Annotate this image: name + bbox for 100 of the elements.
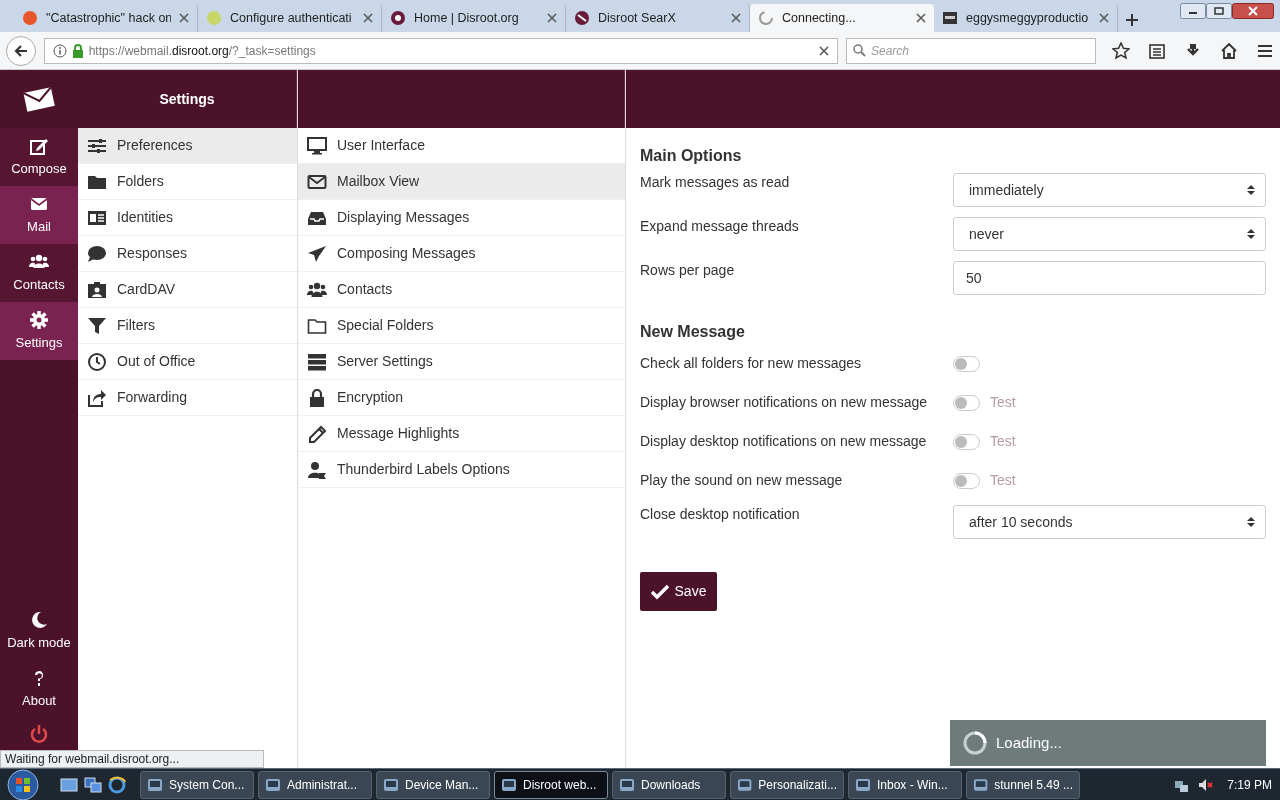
- settings-list-item[interactable]: Preferences: [78, 128, 297, 164]
- people-icon: [307, 280, 327, 299]
- app-window-icon: [147, 776, 163, 793]
- bookmark-star-icon: [1112, 41, 1130, 60]
- server-icon: [307, 352, 327, 371]
- input-field[interactable]: 50: [953, 261, 1266, 295]
- desktop-launcher[interactable]: [60, 775, 78, 794]
- tab-favicon-icon: [574, 10, 590, 26]
- tab-title: Disroot SearX: [598, 9, 677, 27]
- search-icon: [853, 43, 866, 57]
- field-label: Expand message threads: [640, 217, 800, 236]
- close-icon: [916, 13, 926, 23]
- tab-favicon-icon: [22, 10, 38, 26]
- close-icon: [547, 13, 557, 23]
- tab-favicon-icon: [758, 10, 774, 26]
- rail-nav-button[interactable]: Settings: [0, 302, 78, 360]
- section-heading: Main Options: [640, 146, 743, 166]
- close-icon: [1232, 3, 1274, 19]
- taskbar-button[interactable]: stunnel 5.49 ...: [966, 770, 1080, 799]
- app-window-icon: [383, 776, 399, 793]
- url-text: https://webmail.disroot.org/?_task=settings: [88, 42, 317, 60]
- rail-nav-button[interactable]: About: [0, 660, 78, 718]
- app-window-icon: [737, 776, 753, 793]
- checkmark-icon: [650, 583, 669, 600]
- spinner-icon: [962, 730, 988, 756]
- bookmark-star-button[interactable]: [1112, 41, 1130, 60]
- taskbar-button[interactable]: Disroot web...: [494, 770, 608, 799]
- select-field[interactable]: after 10 seconds: [953, 505, 1266, 539]
- lock-icon: [71, 43, 84, 58]
- minimize-icon: [1180, 3, 1206, 19]
- sort-arrows-icon: [1247, 228, 1255, 240]
- tab-favicon-icon: [390, 10, 406, 26]
- share-arrow-icon: [87, 388, 107, 407]
- reading-list-icon: [1148, 41, 1166, 60]
- address-bar[interactable]: https://webmail.disroot.org/?_task=settings: [43, 37, 838, 64]
- search-field[interactable]: Search: [846, 37, 1096, 64]
- taskbar-button[interactable]: System Con...: [140, 770, 254, 799]
- sliders-icon: [87, 136, 107, 155]
- desktop-icon: [60, 775, 78, 794]
- clock-text: 7:19 PM: [1227, 776, 1272, 794]
- rail-nav-button[interactable]: Compose: [0, 128, 78, 186]
- browser-tab[interactable]: Connecting...: [750, 4, 934, 32]
- app-window-icon: [619, 776, 635, 793]
- save-button[interactable]: Save: [640, 572, 717, 611]
- tab-title: Connecting...: [782, 9, 857, 27]
- contact-card-icon: [87, 280, 107, 299]
- lock-icon: [307, 388, 327, 407]
- power-icon: [29, 724, 49, 744]
- column-title: Settings: [159, 89, 215, 109]
- windows-launcher[interactable]: [84, 775, 102, 794]
- speech-bubble-icon: [87, 244, 107, 263]
- rail-nav-button[interactable]: Dark mode: [0, 602, 78, 660]
- browser-launcher[interactable]: [108, 775, 126, 794]
- status-bar: Waiting for webmail.disroot.org...: [0, 750, 264, 768]
- clock-icon: [87, 352, 107, 371]
- select-field[interactable]: never: [953, 217, 1266, 251]
- select-field[interactable]: immediately: [953, 173, 1266, 207]
- envelope-icon: [307, 172, 327, 191]
- app-window-icon: [265, 776, 281, 793]
- field-label: Display desktop notifications on new message: [640, 432, 928, 451]
- home-button[interactable]: [1220, 41, 1238, 60]
- rail-nav-button[interactable]: Contacts: [0, 244, 78, 302]
- close-icon: [731, 13, 741, 23]
- toggle-switch[interactable]: [953, 394, 980, 411]
- tab-title: Configure authenticati: [230, 9, 353, 27]
- settings-list-item[interactable]: Mailbox View: [298, 164, 625, 200]
- toggle-switch[interactable]: [953, 433, 980, 450]
- reading-list-button[interactable]: [1148, 41, 1166, 60]
- app-window-icon: [855, 776, 871, 793]
- loading-toast: Loading...: [950, 720, 1266, 766]
- restore-icon: [1206, 3, 1232, 19]
- taskbar-button[interactable]: Inbox - Win...: [848, 770, 962, 799]
- rail-nav-button[interactable]: Mail: [0, 186, 78, 244]
- taskbar-button[interactable]: Personalizati...: [730, 770, 844, 799]
- moon-icon: [29, 609, 49, 630]
- taskbar-button[interactable]: Device Man...: [376, 770, 490, 799]
- taskbar-button[interactable]: Administrat...: [258, 770, 372, 799]
- tab-title: Home | Disroot.org: [414, 9, 520, 27]
- back-button[interactable]: [6, 35, 36, 66]
- pencil-icon: [307, 424, 327, 443]
- windows-icon: [84, 775, 102, 794]
- tab-favicon-icon: [206, 10, 222, 26]
- id-card-icon: [87, 208, 107, 227]
- field-label: Close desktop notification: [640, 505, 801, 524]
- tab-title: "Catastrophic" hack on: [46, 9, 171, 27]
- sort-arrows-icon: [1247, 184, 1255, 196]
- toggle-switch[interactable]: [953, 472, 980, 489]
- tab-favicon-icon: [942, 10, 958, 26]
- home-icon: [1220, 41, 1238, 60]
- user-tag-icon: [307, 460, 327, 479]
- monitor-icon: [307, 136, 327, 155]
- field-label: Check all folders for new messages: [640, 354, 862, 373]
- field-label: Play the sound on new message: [640, 471, 844, 490]
- tab-title: eggysmeggyproductio: [966, 9, 1090, 27]
- close-icon: [363, 13, 373, 23]
- info-icon: [52, 43, 67, 58]
- app-window-icon: [501, 776, 517, 793]
- taskbar-button[interactable]: Downloads: [612, 770, 726, 799]
- close-icon: [1099, 13, 1109, 23]
- toggle-switch[interactable]: [953, 355, 980, 372]
